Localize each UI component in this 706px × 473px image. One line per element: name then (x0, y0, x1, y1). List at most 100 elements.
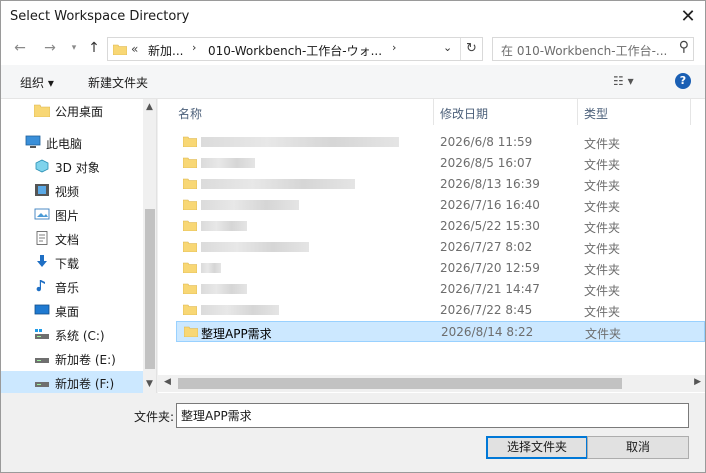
close-icon[interactable]: ✕ (675, 5, 701, 29)
folder-icon (113, 44, 127, 55)
command-bar: 组织 ▾ 新建文件夹 ☷ ▾ ? (1, 65, 705, 99)
nav-item-public-desktop[interactable]: 公用桌面 (1, 99, 143, 123)
column-header-name[interactable]: 名称 (178, 105, 202, 122)
title-bar: Select Workspace Directory ✕ (1, 1, 705, 33)
back-arrow-icon[interactable]: ← (11, 39, 29, 57)
folder-icon (183, 136, 197, 147)
folder-icon (183, 157, 197, 168)
address-dropdown-icon[interactable]: ⌄ (443, 41, 452, 54)
folder-icon (183, 199, 197, 210)
scroll-up-icon[interactable]: ▲ (146, 102, 153, 112)
table-row-selected[interactable]: 整理APP需求 2026/8/14 8:22 文件夹 (176, 321, 705, 342)
folder-field-label: 文件夹: (134, 410, 175, 424)
breadcrumb-drive[interactable]: 新加... (148, 42, 183, 59)
blurred-folder-name (201, 200, 299, 210)
folder-name-input[interactable]: 整理APP需求 (176, 403, 689, 428)
nav-item-label: 文档 (55, 233, 80, 247)
horizontal-scrollbar[interactable]: ◀ ▶ (158, 375, 705, 392)
nav-item-drive-f[interactable]: 新加卷 (F:) (1, 371, 143, 393)
nav-item-music[interactable]: 音乐 (1, 275, 143, 299)
column-divider[interactable] (577, 99, 578, 125)
nav-item-label: 此电脑 (46, 137, 83, 151)
table-row[interactable]: 2026/7/27 8:02 文件夹 (176, 237, 705, 258)
scroll-down-icon[interactable]: ▼ (146, 379, 153, 389)
nav-item-3d-objects[interactable]: 3D 对象 (1, 155, 143, 179)
desktop-icon (34, 304, 50, 315)
scrollbar-thumb[interactable] (145, 209, 155, 369)
column-header-modified[interactable]: 修改日期 (440, 105, 488, 122)
blurred-folder-name (201, 263, 221, 273)
sort-ascending-icon: ⌃ (298, 99, 306, 104)
row-type: 文件夹 (584, 137, 621, 151)
column-divider[interactable] (433, 99, 434, 125)
forward-arrow-icon[interactable]: → (41, 39, 59, 57)
nav-item-drive-e[interactable]: 新加卷 (E:) (1, 347, 143, 371)
table-row[interactable]: 2026/7/21 14:47 文件夹 (176, 279, 705, 300)
pictures-icon (34, 208, 50, 220)
up-arrow-icon[interactable]: ↑ (85, 39, 103, 57)
recent-locations-icon[interactable]: ▾ (65, 39, 83, 57)
organize-menu[interactable]: 组织 ▾ (20, 74, 54, 91)
nav-item-videos[interactable]: 视频 (1, 179, 143, 203)
row-date: 2026/7/27 8:02 (440, 240, 533, 254)
breadcrumb-folder[interactable]: 010-Workbench-工作台-ウォ... (208, 42, 382, 59)
table-row[interactable]: 2026/8/13 16:39 文件夹 (176, 174, 705, 195)
nav-item-label: 系统 (C:) (55, 329, 105, 343)
row-date: 2026/6/8 11:59 (440, 135, 533, 149)
scrollbar-thumb[interactable] (178, 378, 622, 389)
table-row[interactable]: 2026/5/22 15:30 文件夹 (176, 216, 705, 237)
view-options-icon[interactable]: ☷ ▾ (613, 74, 634, 88)
search-icon[interactable]: ⚲ (679, 39, 689, 55)
blurred-folder-name (201, 158, 255, 168)
navigation-bar: ← → ▾ ↑ « 新加... › 010-Workbench-工作台-ウォ..… (1, 33, 705, 65)
row-type: 文件夹 (584, 200, 621, 214)
help-icon[interactable]: ? (675, 73, 691, 89)
refresh-icon[interactable]: ↻ (460, 38, 482, 60)
new-folder-button[interactable]: 新建文件夹 (88, 74, 148, 91)
scroll-right-icon[interactable]: ▶ (694, 377, 701, 387)
blurred-folder-name (201, 305, 279, 315)
row-date: 2026/8/14 8:22 (441, 325, 534, 339)
table-row[interactable]: 2026/6/8 11:59 文件夹 (176, 132, 705, 153)
scroll-left-icon[interactable]: ◀ (164, 377, 171, 387)
nav-item-label: 新加卷 (E:) (55, 353, 116, 367)
folder-icon (183, 241, 197, 252)
folder-icon (183, 262, 197, 273)
row-date: 2026/8/5 16:07 (440, 156, 533, 170)
table-row[interactable]: 2026/8/5 16:07 文件夹 (176, 153, 705, 174)
breadcrumb-separator-icon[interactable]: › (192, 41, 196, 54)
nav-item-desktop[interactable]: 桌面 (1, 299, 143, 323)
nav-item-downloads[interactable]: 下载 (1, 251, 143, 275)
file-list: 名称 ⌃ 修改日期 类型 2026/6/8 11:59 文件夹 2026/8/5… (158, 99, 705, 393)
address-overflow-chevrons[interactable]: « (131, 42, 138, 56)
table-row[interactable]: 2026/7/20 12:59 文件夹 (176, 258, 705, 279)
row-date: 2026/7/22 8:45 (440, 303, 533, 317)
select-folder-button[interactable]: 选择文件夹 (486, 436, 588, 459)
search-box[interactable]: 在 010-Workbench-工作台-... ⚲ (492, 37, 694, 61)
nav-item-label: 视频 (55, 185, 80, 199)
nav-item-drive-c[interactable]: 系统 (C:) (1, 323, 143, 347)
nav-item-pictures[interactable]: 图片 (1, 203, 143, 227)
row-type: 文件夹 (584, 242, 621, 256)
table-row[interactable]: 2026/7/16 16:40 文件夹 (176, 195, 705, 216)
row-type: 文件夹 (584, 263, 621, 277)
cancel-button[interactable]: 取消 (587, 436, 689, 459)
row-date: 2026/5/22 15:30 (440, 219, 540, 233)
navigation-pane: 公用桌面 此电脑 3D 对象 视频 图片 文档 下载 音乐 桌面 系统 (C:)… (1, 99, 157, 393)
nav-item-label: 公用桌面 (55, 105, 104, 119)
navigation-scrollbar[interactable]: ▲ ▼ (143, 99, 156, 393)
documents-icon (36, 231, 48, 245)
drive-icon (35, 382, 49, 387)
nav-item-documents[interactable]: 文档 (1, 227, 143, 251)
column-divider[interactable] (690, 99, 691, 125)
row-type: 文件夹 (584, 158, 621, 172)
row-name: 整理APP需求 (201, 327, 272, 341)
folder-icon (183, 220, 197, 231)
table-row[interactable]: 2026/7/22 8:45 文件夹 (176, 300, 705, 321)
address-bar[interactable]: « 新加... › 010-Workbench-工作台-ウォ... › ⌄ ↻ (107, 37, 483, 61)
nav-item-this-pc[interactable]: 此电脑 (1, 131, 143, 155)
row-type: 文件夹 (584, 284, 621, 298)
breadcrumb-separator-icon[interactable]: › (392, 41, 396, 54)
column-header-type[interactable]: 类型 (584, 105, 608, 122)
3d-objects-icon (35, 159, 49, 173)
